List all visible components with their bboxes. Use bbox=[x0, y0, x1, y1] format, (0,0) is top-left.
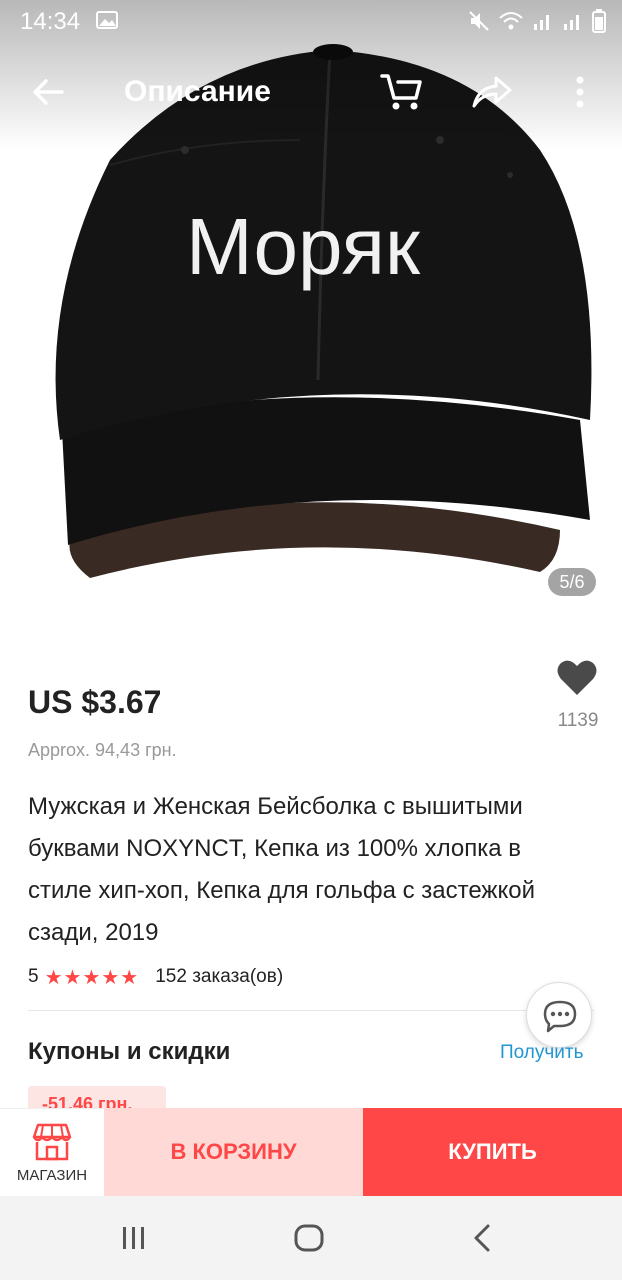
page-title: Описание bbox=[124, 75, 271, 108]
signal-icon-2 bbox=[564, 15, 579, 30]
store-button[interactable]: МАГАЗИН bbox=[0, 1108, 104, 1196]
cart-icon[interactable] bbox=[378, 70, 424, 112]
approx-price: Approx. 94,43 грн. bbox=[28, 740, 177, 760]
battery-icon bbox=[592, 9, 606, 33]
nav-back-icon[interactable] bbox=[470, 1222, 494, 1254]
product-price: US $3.67 bbox=[28, 684, 162, 720]
chat-bubble-icon bbox=[543, 1000, 577, 1033]
signal-icon-1 bbox=[534, 15, 549, 30]
cap-embroidery-text: Моряк bbox=[186, 202, 421, 291]
home-icon[interactable] bbox=[292, 1222, 326, 1254]
system-nav-bar bbox=[0, 1196, 622, 1280]
recent-apps-icon[interactable] bbox=[118, 1224, 150, 1252]
store-label: МАГАЗИН bbox=[16, 1167, 88, 1184]
wifi-icon bbox=[499, 12, 523, 30]
product-title: Мужская и Женская Бейсболка с вышитыми б… bbox=[28, 793, 535, 946]
status-bar: 14:34 bbox=[0, 0, 622, 44]
rating-row[interactable]: 5 ★★★★★ 152 заказа(ов) bbox=[28, 964, 283, 990]
action-bar: МАГАЗИН В КОРЗИНУ КУПИТЬ bbox=[0, 1108, 622, 1196]
status-time: 14:34 bbox=[20, 8, 81, 35]
orders-count: 152 заказа(ов) bbox=[155, 966, 284, 987]
share-icon[interactable] bbox=[470, 72, 514, 112]
system-icons bbox=[468, 8, 606, 34]
app-header: Описание bbox=[0, 60, 622, 124]
coupons-title: Купоны и скидки bbox=[28, 1038, 231, 1065]
heart-icon[interactable] bbox=[556, 658, 598, 698]
rating-stars: ★★★★★ bbox=[44, 966, 140, 989]
divider bbox=[28, 1010, 594, 1011]
chat-button[interactable] bbox=[526, 982, 592, 1048]
add-to-cart-button[interactable]: В КОРЗИНУ bbox=[104, 1108, 363, 1196]
back-arrow-icon[interactable] bbox=[28, 72, 68, 112]
image-notification-icon bbox=[96, 11, 118, 29]
store-icon bbox=[32, 1123, 72, 1161]
wishlist-count: 1139 bbox=[557, 710, 599, 731]
buy-button[interactable]: КУПИТЬ bbox=[363, 1108, 622, 1196]
image-counter: 5/6 bbox=[548, 568, 596, 596]
get-coupon-link[interactable]: Получить bbox=[500, 1042, 584, 1064]
more-vertical-icon[interactable] bbox=[568, 72, 592, 112]
mute-icon bbox=[469, 11, 489, 31]
rating-value: 5 bbox=[28, 966, 39, 987]
